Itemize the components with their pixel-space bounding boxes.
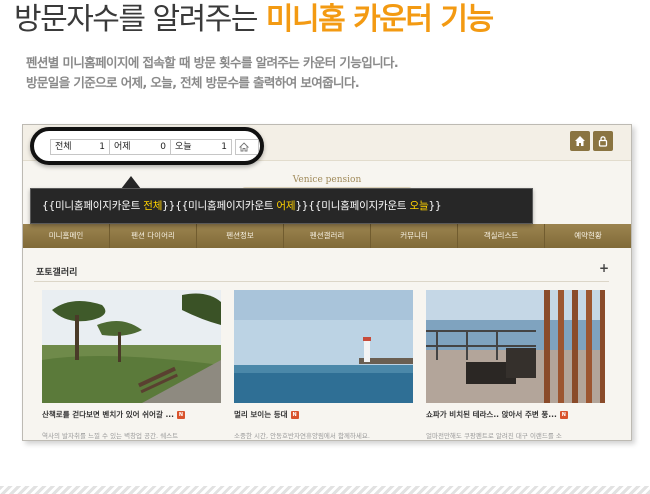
gallery-excerpt-3: 얼마전만해도 쿠팡펜트로 알려진 대구 이랜드를 소 (426, 432, 562, 440)
nav-item-0[interactable]: 미니홈메인 (23, 224, 110, 248)
counter-code-tooltip: {{미니홈페이지카운트 전체}}{{미니홈페이지카운트 어제}}{{미니홈페이지… (30, 188, 533, 224)
home-icon[interactable] (570, 131, 590, 151)
code-today-post: }} (428, 200, 442, 212)
counter-yesterday-value: 0 (160, 142, 166, 152)
headline-accent: 미니홈 카운터 기능 (265, 2, 494, 37)
gallery-caption-2-text: 멀리 보이는 등대 (234, 410, 288, 419)
gallery-caption-1-text: 산책로를 걷다보면 벤치가 있어 쉬어갈 ... (42, 410, 175, 419)
site-screenshot: Venice pension 미니홈메인 펜션 다이어리 펜션정보 펜션갤러리 … (22, 124, 632, 441)
code-yesterday-post: }} (295, 200, 309, 212)
code-yesterday-key: 어제 (276, 200, 296, 212)
description-line-1: 펜션별 미니홈페이지에 접속할 때 방문 횟수를 알려주는 카운터 기능입니다. (26, 55, 399, 70)
headline-plain: 방문자수를 알려주는 (14, 2, 258, 37)
code-total-pre: {{미니홈페이지카운트 (42, 200, 144, 212)
nav-item-6[interactable]: 예약현황 (545, 224, 631, 248)
gallery-title: 포토갤러리 (36, 268, 78, 278)
counter-yesterday: 어제 0 (109, 139, 171, 155)
gallery-more-button[interactable]: + (599, 261, 609, 275)
counter-total-label: 전체 (55, 142, 72, 152)
counter-yesterday-label: 어제 (114, 142, 131, 152)
counter-total: 전체 1 (50, 139, 110, 155)
nav-item-4[interactable]: 커뮤니티 (371, 224, 458, 248)
gallery-caption-3-text: 쇼파가 비치된 테라스.. 앉아서 주변 풍... (426, 410, 557, 419)
gallery-photo-1[interactable] (42, 290, 221, 403)
code-yesterday-pre: {{미니홈페이지카운트 (175, 200, 277, 212)
visitor-counter: 전체 1 어제 0 오늘 1 (50, 139, 259, 155)
new-badge: N (290, 410, 299, 419)
nav-item-5[interactable]: 객실리스트 (458, 224, 545, 248)
gallery-excerpt-1: 역사의 발자취를 느낄 수 있는 벽창업 공간. 쉐스트 (42, 432, 179, 440)
code-total-key: 전체 (143, 200, 163, 212)
new-badge: N (559, 410, 568, 419)
home-small-icon[interactable] (235, 139, 259, 155)
gallery-photo-2[interactable] (234, 290, 413, 403)
gallery-excerpt-2: 소중한 시간, 안동호반자연휴양림에서 함께하세요. (234, 432, 370, 440)
nav-item-2[interactable]: 펜션정보 (197, 224, 284, 248)
counter-today: 오늘 1 (170, 139, 232, 155)
counter-total-value: 1 (99, 142, 105, 152)
top-icon-group (570, 131, 613, 151)
gallery-photo-3[interactable] (426, 290, 605, 403)
gallery-caption-2[interactable]: 멀리 보이는 등대 N (234, 409, 414, 420)
nav-item-3[interactable]: 펜션갤러리 (284, 224, 371, 248)
counter-today-value: 1 (221, 142, 227, 152)
counter-today-label: 오늘 (175, 142, 192, 152)
new-badge: N (177, 410, 186, 419)
headline: 방문자수를 알려주는 미니홈 카운터 기능 (14, 2, 494, 38)
bottom-divider-stripe (0, 486, 650, 494)
lock-icon[interactable] (593, 131, 613, 151)
gallery-divider (34, 281, 609, 282)
site-nav: 미니홈메인 펜션 다이어리 펜션정보 펜션갤러리 커뮤니티 객실리스트 예약현황 (23, 224, 631, 248)
visitor-counter-callout: 전체 1 어제 0 오늘 1 (30, 127, 264, 165)
nav-item-1[interactable]: 펜션 다이어리 (110, 224, 197, 248)
description-line-2: 방문일을 기준으로 어제, 오늘, 전체 방문수를 출력하여 보여줍니다. (26, 75, 360, 90)
code-today-pre: {{미니홈페이지카운트 (308, 200, 410, 212)
gallery-caption-1[interactable]: 산책로를 걷다보면 벤치가 있어 쉬어갈 ... N (42, 409, 222, 420)
code-today-key: 오늘 (409, 200, 429, 212)
gallery-caption-3[interactable]: 쇼파가 비치된 테라스.. 앉아서 주변 풍... N (426, 409, 606, 420)
code-total-post: }} (162, 200, 176, 212)
